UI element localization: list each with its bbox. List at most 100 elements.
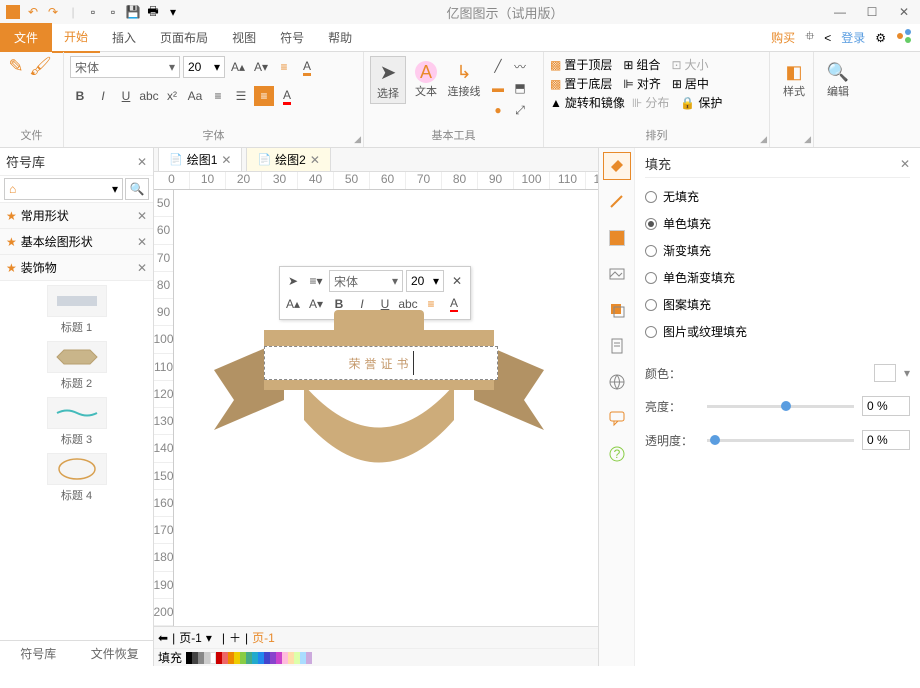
group-icon[interactable]: ⊞ xyxy=(623,58,633,72)
window-minimize[interactable]: — xyxy=(828,2,852,22)
size-icon[interactable]: ⊡ xyxy=(671,58,681,72)
search-icon[interactable]: 🔍 xyxy=(125,178,149,200)
superscript-button[interactable]: x² xyxy=(162,86,182,106)
login-link[interactable]: 登录 xyxy=(841,29,865,46)
undo-button[interactable]: ↶ xyxy=(24,3,42,21)
rp-tab-layer[interactable] xyxy=(603,296,631,324)
rp-close-icon[interactable]: ✕ xyxy=(900,157,910,171)
category-basic-shapes[interactable]: ★基本绘图形状✕ xyxy=(0,229,153,255)
case-button[interactable]: Aa xyxy=(185,86,205,106)
library-search-select[interactable]: ⌂▾ xyxy=(4,178,123,200)
menu-start[interactable]: 开始 xyxy=(52,22,100,53)
rp-tab-help[interactable]: ? xyxy=(603,440,631,468)
float-align-icon[interactable]: ≡▾ xyxy=(306,271,326,291)
style-group-expand[interactable]: ◢ xyxy=(804,134,811,145)
tab-close-icon[interactable]: ✕ xyxy=(310,153,320,167)
menu-pagelayout[interactable]: 页面布局 xyxy=(148,23,220,52)
add-page-icon[interactable]: ＋ xyxy=(229,629,241,646)
rp-tab-image[interactable] xyxy=(603,260,631,288)
brush-icon[interactable]: 🖌 xyxy=(29,56,52,76)
tab-close-icon[interactable]: ✕ xyxy=(221,153,231,167)
increase-font-icon[interactable]: A▴ xyxy=(228,57,248,77)
arrange-group-expand[interactable]: ◢ xyxy=(760,134,767,145)
bring-front-icon[interactable]: ▩ xyxy=(550,58,561,72)
print-icon[interactable]: 🖶 xyxy=(144,3,162,21)
rp-tab-line[interactable] xyxy=(603,188,631,216)
settings-icon[interactable]: ⚙ xyxy=(875,31,886,45)
lock-icon[interactable]: 🔒 xyxy=(680,96,695,110)
rp-tab-shadow[interactable] xyxy=(603,224,631,252)
send-back-icon[interactable]: ▩ xyxy=(550,77,561,91)
text-tool[interactable]: A文本 xyxy=(408,56,444,104)
window-maximize[interactable]: ☐ xyxy=(860,2,884,22)
shape-title-1[interactable]: 标题 1 xyxy=(4,285,149,335)
color-swatch[interactable] xyxy=(306,652,312,664)
connector-tool[interactable]: ↳连接线 xyxy=(446,56,482,104)
share-icon[interactable]: ⯐ xyxy=(805,27,814,48)
doc-tab-1[interactable]: 📄绘图1✕ xyxy=(158,147,242,172)
shape-title-3[interactable]: 标题 3 xyxy=(4,397,149,447)
menu-symbol[interactable]: 符号 xyxy=(268,23,316,52)
font-size-select[interactable]: 20▾ xyxy=(183,56,225,78)
line-spacing-icon[interactable]: ☰ xyxy=(231,86,251,106)
text-fill-icon[interactable]: A xyxy=(277,86,297,106)
opacity-slider[interactable] xyxy=(707,439,854,442)
decrease-font-icon[interactable]: A▾ xyxy=(251,57,271,77)
rp-tab-page[interactable] xyxy=(603,332,631,360)
fill-opt-mono-gradient[interactable]: 单色渐变填充 xyxy=(645,269,910,286)
strike-button[interactable]: abc xyxy=(139,86,159,106)
rect-tool-icon[interactable]: ▬ xyxy=(488,78,508,98)
float-font-select[interactable]: 宋体▾ xyxy=(329,270,403,292)
redo-button[interactable]: ↷ xyxy=(44,3,62,21)
pen-tool-icon[interactable]: 〰 xyxy=(510,56,530,76)
font-family-select[interactable]: 宋体▾ xyxy=(70,56,180,78)
italic-button[interactable]: I xyxy=(93,86,113,106)
color-picker[interactable] xyxy=(874,364,896,382)
distribute-icon[interactable]: ⊪ xyxy=(632,96,642,110)
fill-opt-none[interactable]: 无填充 xyxy=(645,188,910,205)
menu-help[interactable]: 帮助 xyxy=(316,23,364,52)
buy-link[interactable]: 购买 xyxy=(771,29,795,46)
link-icon[interactable]: < xyxy=(824,31,831,45)
menu-file[interactable]: 文件 xyxy=(0,23,52,52)
fill-opt-pattern[interactable]: 图案填充 xyxy=(645,296,910,313)
brand-icon[interactable] xyxy=(896,28,912,47)
expand-basic-icon[interactable]: ⤢ xyxy=(510,100,530,120)
brightness-value[interactable]: 0 % xyxy=(862,396,910,416)
title-banner-shape[interactable] xyxy=(194,310,564,450)
category-common-shapes[interactable]: ★常用形状✕ xyxy=(0,203,153,229)
fill-opt-gradient[interactable]: 渐变填充 xyxy=(645,242,910,259)
panel-close-icon[interactable]: ✕ xyxy=(137,155,147,169)
style-button[interactable]: ◧样式 xyxy=(776,56,812,104)
bold-button[interactable]: B xyxy=(70,86,90,106)
arrange-front-label[interactable]: 置于顶层 xyxy=(564,56,612,73)
float-size-select[interactable]: 20▾ xyxy=(406,270,444,292)
highlight-icon[interactable]: ≡ xyxy=(274,57,294,77)
tab-symbol-library[interactable]: 符号库 xyxy=(0,641,77,666)
format-painter-icon[interactable]: ✎ xyxy=(6,56,26,76)
rotate-mirror-icon[interactable]: ▲ xyxy=(550,96,562,110)
menu-view[interactable]: 视图 xyxy=(220,23,268,52)
rp-tab-fill[interactable] xyxy=(603,152,631,180)
menu-insert[interactable]: 插入 xyxy=(100,23,148,52)
new-file-icon[interactable]: ▫ xyxy=(84,3,102,21)
rp-tab-web[interactable] xyxy=(603,368,631,396)
canvas[interactable]: ➤ ≡▾ 宋体▾ 20▾ ✕ A▴ A▾ B I U abc ≡ A xyxy=(174,190,598,626)
font-color-icon[interactable]: A xyxy=(297,57,317,77)
line-tool-icon[interactable]: ╱ xyxy=(488,56,508,76)
select-tool[interactable]: ➤选择 xyxy=(370,56,406,104)
brightness-slider[interactable] xyxy=(707,405,854,408)
category-decorations[interactable]: ★装饰物✕ xyxy=(0,255,153,281)
float-close-icon[interactable]: ✕ xyxy=(447,271,467,291)
fill-opt-texture[interactable]: 图片或纹理填充 xyxy=(645,323,910,340)
fill-opt-solid[interactable]: 单色填充 xyxy=(645,215,910,232)
text-editing-box[interactable]: 荣誉证书 xyxy=(264,346,498,380)
page-nav-left-icon[interactable]: ⬅ xyxy=(158,631,168,645)
page-label[interactable]: 页-1 xyxy=(179,629,202,646)
shape-title-2[interactable]: 标题 2 xyxy=(4,341,149,391)
crop-tool-icon[interactable]: ⬒ xyxy=(510,78,530,98)
window-close[interactable]: ✕ xyxy=(892,2,916,22)
float-select-icon[interactable]: ➤ xyxy=(283,271,303,291)
bullet-list-icon[interactable]: ≡ xyxy=(208,86,228,106)
export-icon[interactable]: ▾ xyxy=(164,3,182,21)
